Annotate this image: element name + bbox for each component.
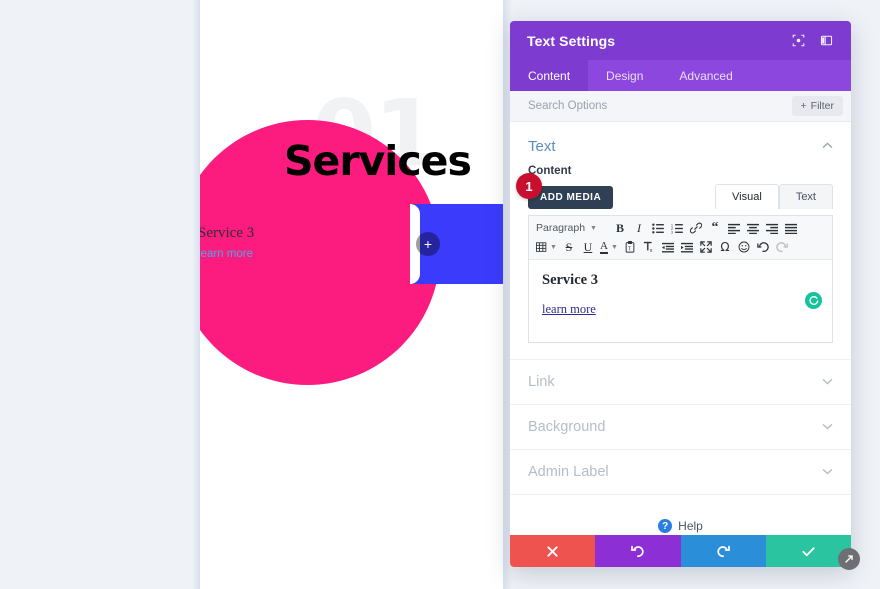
tab-design[interactable]: Design <box>588 60 661 91</box>
blockquote-icon[interactable]: “ <box>706 219 724 237</box>
editor-heading[interactable]: Service 3 <box>542 272 819 289</box>
canvas-service-title: Service 3 <box>200 225 255 241</box>
bulleted-list-icon[interactable] <box>649 219 667 237</box>
modal-footer <box>510 535 851 567</box>
fullscreen-target-icon[interactable] <box>787 30 809 52</box>
modal-header: Text Settings <box>510 21 851 60</box>
canvas-service-link[interactable]: learn more <box>200 248 253 260</box>
italic-icon[interactable]: I <box>630 219 648 237</box>
text-color-icon[interactable]: A ▼ <box>598 238 620 256</box>
search-options-row: + Filter <box>510 91 851 122</box>
tab-visual[interactable]: Visual <box>715 184 779 209</box>
link-icon[interactable] <box>687 219 705 237</box>
section-header-text[interactable]: Text <box>510 122 851 165</box>
strikethrough-icon[interactable]: S <box>560 238 578 256</box>
paragraph-format-select[interactable]: Paragraph ▼ <box>534 222 606 234</box>
underline-icon[interactable]: U <box>579 238 597 256</box>
emoji-icon[interactable] <box>735 238 753 256</box>
align-center-icon[interactable] <box>744 219 762 237</box>
section-header-link[interactable]: Link <box>510 359 851 404</box>
svg-text:x: x <box>650 248 653 253</box>
text-settings-modal: Text Settings Content Design Advanced + … <box>510 21 851 567</box>
chevron-down-icon: ▼ <box>610 243 618 251</box>
paragraph-format-label: Paragraph <box>536 222 586 234</box>
modal-tab-bar: Content Design Advanced <box>510 60 851 91</box>
section-title-link: Link <box>528 374 555 390</box>
fullscreen-icon[interactable] <box>697 238 715 256</box>
tab-text[interactable]: Text <box>778 184 833 209</box>
toolbar-row-1: Paragraph ▼ B I 1 2 3 “ <box>534 219 827 237</box>
undo-icon[interactable] <box>754 238 772 256</box>
editor-toolbar: Paragraph ▼ B I 1 2 3 “ ▼ S U A ▼ T x Ω <box>529 216 832 260</box>
section-header-background[interactable]: Background <box>510 404 851 449</box>
paste-as-text-icon[interactable]: T <box>621 238 639 256</box>
grammar-check-badge[interactable] <box>805 292 822 309</box>
section-title-text: Text <box>528 138 556 155</box>
svg-text:T: T <box>628 246 632 252</box>
resize-handle[interactable] <box>838 548 860 570</box>
filter-plus-icon: + <box>800 100 807 112</box>
help-row[interactable]: ? Help <box>510 494 851 535</box>
svg-text:3: 3 <box>671 230 673 233</box>
search-input[interactable] <box>528 100 792 112</box>
chevron-up-icon[interactable] <box>822 141 833 152</box>
clear-formatting-icon[interactable]: x <box>640 238 658 256</box>
step-marker-1: 1 <box>516 173 542 199</box>
modal-title: Text Settings <box>527 32 616 49</box>
modal-scroll-body[interactable]: Text Content ADD MEDIA Visual Text Parag… <box>510 122 851 535</box>
editor-link-text[interactable]: learn more <box>542 302 819 317</box>
wp-editor-wrapper: ADD MEDIA Visual Text Paragraph ▼ B I 1 … <box>510 173 851 359</box>
content-field-label: Content <box>528 165 572 177</box>
align-justify-icon[interactable] <box>782 219 800 237</box>
align-left-icon[interactable] <box>725 219 743 237</box>
section-header-admin-label[interactable]: Admin Label <box>510 449 851 494</box>
align-right-icon[interactable] <box>763 219 781 237</box>
undo-button[interactable] <box>595 535 681 567</box>
bold-icon[interactable]: B <box>611 219 629 237</box>
cancel-button[interactable] <box>510 535 596 567</box>
section-title-admin-label: Admin Label <box>528 464 609 480</box>
tab-content[interactable]: Content <box>510 60 589 91</box>
editor-content-area[interactable]: Service 3 learn more <box>529 260 832 342</box>
filter-button[interactable]: + Filter <box>791 96 843 116</box>
help-icon: ? <box>658 519 673 533</box>
chevron-down-icon[interactable] <box>822 467 833 478</box>
editor-box: Paragraph ▼ B I 1 2 3 “ ▼ S U A ▼ T x Ω … <box>528 215 833 343</box>
help-label: Help <box>678 519 703 533</box>
editor-top-bar: ADD MEDIA Visual Text <box>528 184 833 209</box>
numbered-list-icon[interactable]: 1 2 3 <box>668 219 686 237</box>
indent-icon[interactable] <box>678 238 696 256</box>
canvas-left-shadow <box>192 0 200 589</box>
page-preview: 01 Services Service 3 learn more + <box>200 0 503 589</box>
chevron-down-icon: ▼ <box>590 224 597 232</box>
table-icon[interactable]: ▼ <box>534 238 559 256</box>
chevron-down-icon[interactable] <box>822 422 833 433</box>
tab-advanced[interactable]: Advanced <box>661 60 750 91</box>
add-module-button[interactable]: + <box>416 232 440 256</box>
special-character-icon[interactable]: Ω <box>716 238 734 256</box>
editor-view-tabs: Visual Text <box>715 184 833 209</box>
toolbar-row-2: ▼ S U A ▼ T x Ω <box>534 238 827 256</box>
chevron-down-icon: ▼ <box>550 243 557 251</box>
panel-layout-icon[interactable] <box>815 30 837 52</box>
outdent-icon[interactable] <box>659 238 677 256</box>
section-title-background: Background <box>528 419 606 435</box>
chevron-down-icon[interactable] <box>822 377 833 388</box>
redo-button[interactable] <box>680 535 766 567</box>
section-heading: Services <box>284 137 472 185</box>
filter-label: Filter <box>810 100 834 112</box>
redo-icon[interactable] <box>773 238 791 256</box>
